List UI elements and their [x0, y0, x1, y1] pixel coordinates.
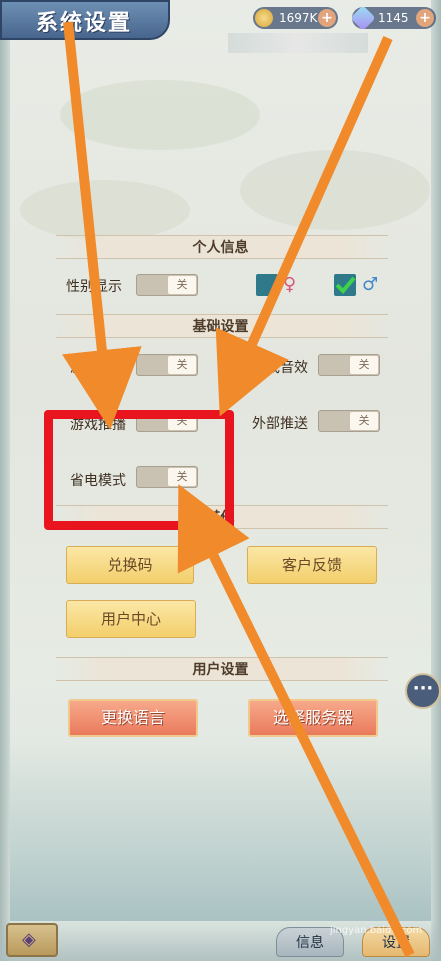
arrow-to-power-save: [177, 484, 415, 958]
arrow-to-push-toggle: [62, 21, 142, 430]
annotation-arrows: [62, 21, 415, 958]
arrow-to-effect-toggle: [215, 35, 393, 417]
